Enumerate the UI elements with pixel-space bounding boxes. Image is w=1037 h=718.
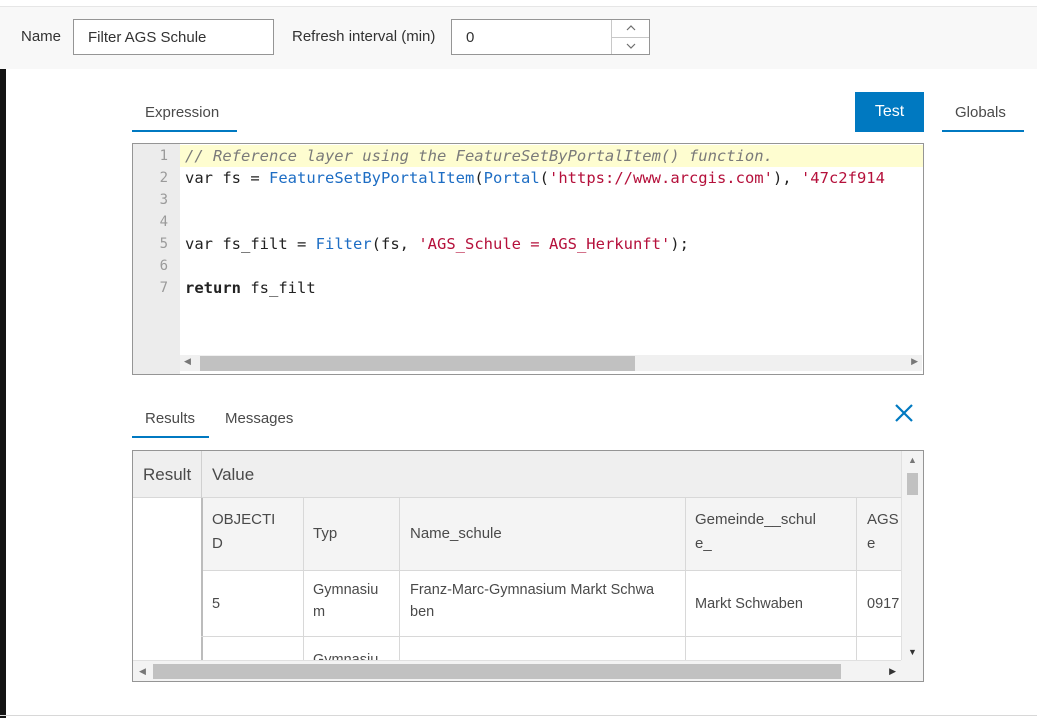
results-vertical-scrollbar[interactable]: ▲ ▼	[901, 451, 923, 661]
cell-name-schule: Franz-Marc-Gymnasium Markt Schwa ben	[410, 579, 654, 623]
value-column-header: Value	[212, 465, 255, 484]
tab-expression-underline	[132, 130, 237, 132]
code-token: '47c2f914	[800, 169, 885, 187]
scroll-left-icon[interactable]: ◀	[184, 356, 191, 367]
code-token: FeatureSetByPortalItem	[269, 169, 475, 187]
refresh-interval-label: Refresh interval (min)	[292, 28, 436, 45]
test-button[interactable]: Test	[855, 92, 924, 132]
line-number: 6	[159, 258, 168, 274]
header-ags-l1: AGS	[867, 511, 899, 528]
results-hscroll-thumb[interactable]	[153, 664, 841, 679]
scrollbar-corner	[901, 660, 923, 681]
row-divider	[201, 636, 902, 637]
cell-typ: Gymnasiu m	[313, 579, 378, 623]
line-number: 5	[159, 236, 168, 252]
code-line: 6	[133, 255, 923, 277]
refresh-interval-value: 0	[466, 28, 475, 46]
header-typ: Typ	[313, 525, 338, 542]
scroll-right-icon[interactable]: ▶	[911, 356, 918, 367]
code-text: var fs_filt = Filter(fs, 'AGS_Schule = A…	[185, 233, 689, 255]
code-line: 4	[133, 211, 923, 233]
results-horizontal-scrollbar[interactable]: ◀ ▶	[133, 660, 902, 681]
line-number: 7	[159, 280, 168, 296]
refresh-interval-input[interactable]: 0	[451, 19, 650, 55]
code-token: ),	[772, 169, 801, 187]
code-line: 1 // Reference layer using the FeatureSet…	[133, 145, 923, 167]
header-objectid-l1: OBJECTI	[212, 511, 276, 528]
results-vscroll-thumb[interactable]	[907, 473, 918, 495]
header-gemeinde-l2: e_	[695, 535, 712, 552]
cell-ags: 0917	[867, 596, 900, 612]
code-line: 2 var fs = FeatureSetByPortalItem(Portal(…	[133, 167, 923, 189]
code-token: var fs =	[185, 169, 269, 187]
scroll-right-icon[interactable]: ▶	[889, 666, 896, 677]
code-line: 5 var fs_filt = Filter(fs, 'AGS_Schule = …	[133, 233, 923, 255]
refresh-interval-stepper[interactable]	[611, 20, 649, 54]
tab-results[interactable]: Results	[145, 410, 195, 427]
line-number: 4	[159, 214, 168, 230]
tab-expression[interactable]: Expression	[145, 104, 219, 121]
code-editor[interactable]: 1 // Reference layer using the FeatureSet…	[132, 143, 924, 375]
code-token: 'AGS_Schule = AGS_Herkunft'	[418, 235, 671, 253]
tab-globals[interactable]: Globals	[955, 104, 1006, 121]
header-objectid: OBJECTI D	[212, 508, 275, 556]
results-header: Result Value	[133, 451, 902, 498]
close-results-button[interactable]	[893, 402, 915, 424]
line-number: 3	[159, 192, 168, 208]
code-token: return	[185, 279, 241, 297]
scroll-up-icon[interactable]: ▲	[908, 455, 917, 465]
code-token: var fs_filt =	[185, 235, 316, 253]
editor-horizontal-scrollbar[interactable]: ◀ ▶	[180, 355, 922, 371]
name-label: Name	[21, 28, 62, 45]
code-text: // Reference layer using the FeatureSetB…	[185, 145, 773, 167]
header-gemeinde: Gemeinde__schul e_	[695, 508, 816, 556]
left-edge	[0, 69, 6, 718]
code-token: (	[539, 169, 549, 187]
cell-name-l2: ben	[410, 604, 435, 620]
header-gemeinde-l1: Gemeinde__schul	[695, 511, 816, 528]
code-token: Filter	[315, 235, 372, 253]
code-token: fs_filt	[241, 279, 316, 297]
header-objectid-l2: D	[212, 535, 223, 552]
cell-typ-l2: m	[313, 604, 326, 620]
cell-gemeinde: Markt Schwaben	[695, 596, 803, 612]
cell-typ-l1: Gymnasiu	[313, 582, 379, 598]
featureset-table: OBJECTI D Typ Name_schule Gemeinde__schu…	[201, 498, 902, 661]
tab-results-underline	[132, 436, 209, 438]
column-divider	[201, 451, 202, 498]
line-number: 2	[159, 170, 168, 186]
chevron-down-icon[interactable]	[612, 38, 649, 55]
code-token: (	[474, 169, 484, 187]
chevron-up-icon[interactable]	[612, 20, 649, 38]
cell-name-l1: Franz-Marc-Gymnasium Markt Schwa	[410, 582, 655, 598]
editor-scroll-thumb[interactable]	[200, 356, 635, 371]
code-text: var fs = FeatureSetByPortalItem(Portal('…	[185, 167, 885, 189]
cell-objectid: 5	[212, 596, 221, 612]
header-ags: AGS e	[867, 508, 899, 556]
name-input[interactable]: Filter AGS Schule	[73, 19, 274, 55]
code-text: return fs_filt	[185, 277, 316, 299]
name-input-value: Filter AGS Schule	[88, 28, 207, 46]
code-line: 3	[133, 189, 923, 211]
code-token: );	[670, 235, 689, 253]
scroll-down-icon[interactable]: ▼	[908, 647, 917, 657]
line-number: 1	[159, 148, 168, 164]
results-table: Result Value OBJECTI D Typ Name_schule G…	[132, 450, 924, 682]
tab-messages[interactable]: Messages	[225, 410, 293, 427]
scroll-left-icon[interactable]: ◀	[139, 666, 146, 677]
header-ags-l2: e	[867, 535, 876, 552]
code-token: (fs,	[371, 235, 419, 253]
code-token: // Reference layer using the FeatureSetB…	[185, 147, 773, 165]
tab-globals-underline	[942, 130, 1024, 132]
code-token: 'https://www.arcgis.com'	[549, 169, 773, 187]
bottom-divider	[0, 715, 1037, 716]
close-icon	[895, 404, 913, 422]
result-column-header: Result	[143, 465, 192, 484]
header-name-schule: Name_schule	[410, 525, 502, 542]
code-token: Portal	[483, 169, 540, 187]
code-line: 7 return fs_filt	[133, 277, 923, 299]
